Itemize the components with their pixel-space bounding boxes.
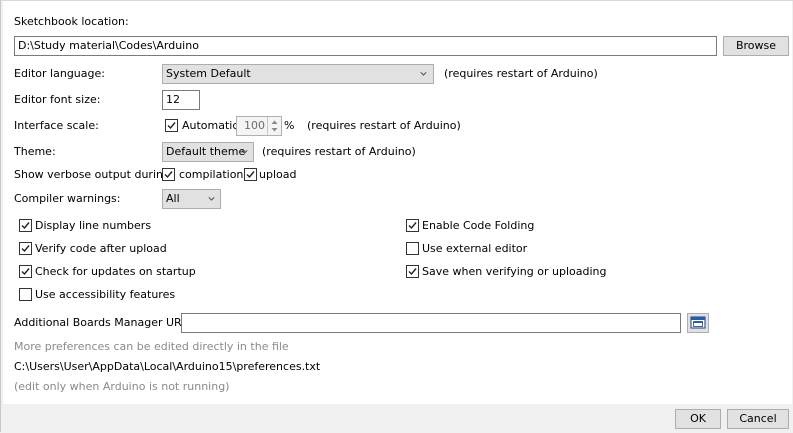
editor-language-label: Editor language:	[14, 67, 105, 80]
checkmark-icon	[408, 268, 417, 276]
compiler-warnings-select[interactable]: All	[162, 189, 221, 209]
checkmark-icon	[167, 122, 176, 130]
settings-panel: Sketchbook location: D:\Study material\C…	[3, 1, 792, 404]
theme-note: (requires restart of Arduino)	[262, 145, 416, 158]
spinner-buttons[interactable]	[267, 117, 281, 135]
chevron-down-icon	[208, 197, 215, 201]
percent-sign: %	[284, 119, 295, 132]
browse-button[interactable]: Browse	[723, 36, 789, 56]
use-external-editor-checkbox[interactable]	[406, 242, 419, 255]
verify-after-upload-checkbox[interactable]	[19, 242, 32, 255]
checkmark-icon	[408, 222, 417, 230]
checkmark-icon	[21, 222, 30, 230]
interface-scale-spinner[interactable]: 100	[236, 116, 282, 136]
interface-scale-value: 100	[244, 119, 265, 132]
verbose-output-label: Show verbose output during:	[14, 168, 174, 181]
display-line-numbers-checkbox[interactable]	[19, 219, 32, 232]
checkmark-icon	[246, 171, 255, 179]
accessibility-features-checkbox[interactable]	[19, 288, 32, 301]
automatic-scale-label: Automatic	[182, 119, 239, 132]
check-updates-label: Check for updates on startup	[35, 265, 196, 278]
enable-code-folding-checkbox[interactable]	[406, 219, 419, 232]
preferences-dialog: Sketchbook location: D:\Study material\C…	[0, 0, 793, 433]
compiler-warnings-label: Compiler warnings:	[14, 192, 121, 205]
automatic-scale-checkbox[interactable]	[165, 119, 178, 132]
spinner-arrows-icon	[271, 120, 278, 132]
more-preferences-note: More preferences can be edited directly …	[14, 340, 289, 353]
sketchbook-path-input[interactable]: D:\Study material\Codes\Arduino	[14, 36, 717, 56]
editor-language-note: (requires restart of Arduino)	[444, 67, 598, 80]
boards-manager-urls-edit-button[interactable]	[687, 313, 709, 333]
editor-language-select[interactable]: System Default	[162, 64, 434, 84]
enable-code-folding-label: Enable Code Folding	[422, 219, 535, 232]
boards-manager-urls-input[interactable]	[181, 313, 681, 333]
save-when-verifying-checkbox[interactable]	[406, 265, 419, 278]
display-line-numbers-label: Display line numbers	[35, 219, 152, 232]
preferences-file-path: C:\Users\User\AppData\Local\Arduino15\pr…	[14, 360, 321, 373]
boards-manager-urls-label: Additional Boards Manager URLs:	[14, 316, 198, 329]
theme-select[interactable]: Default theme	[162, 142, 254, 162]
editor-font-size-label: Editor font size:	[14, 93, 101, 106]
checkmark-icon	[21, 268, 30, 276]
theme-label: Theme:	[14, 145, 56, 158]
accessibility-features-label: Use accessibility features	[35, 288, 176, 301]
checkmark-icon	[164, 171, 173, 179]
verbose-compilation-label: compilation	[179, 168, 244, 181]
theme-value: Default theme	[166, 145, 246, 158]
verbose-upload-checkbox[interactable]	[244, 168, 257, 181]
check-updates-checkbox[interactable]	[19, 265, 32, 278]
use-external-editor-label: Use external editor	[422, 242, 528, 255]
dialog-footer: OK Cancel	[1, 404, 793, 433]
save-when-verifying-label: Save when verifying or uploading	[422, 265, 607, 278]
interface-scale-label: Interface scale:	[14, 119, 99, 132]
verbose-upload-label: upload	[259, 168, 297, 181]
verbose-compilation-checkbox[interactable]	[162, 168, 175, 181]
sketchbook-location-label: Sketchbook location:	[14, 15, 129, 28]
chevron-down-icon	[241, 150, 248, 154]
checkmark-icon	[21, 245, 30, 253]
open-window-icon	[690, 316, 706, 329]
editor-language-value: System Default	[166, 67, 251, 80]
editor-font-size-input[interactable]: 12	[162, 90, 200, 110]
cancel-button[interactable]: Cancel	[727, 409, 789, 429]
interface-scale-note: (requires restart of Arduino)	[307, 119, 461, 132]
compiler-warnings-value: All	[166, 192, 180, 205]
ok-button[interactable]: OK	[675, 409, 721, 429]
edit-not-running-note: (edit only when Arduino is not running)	[14, 380, 230, 393]
verify-after-upload-label: Verify code after upload	[35, 242, 167, 255]
chevron-down-icon	[420, 72, 427, 76]
